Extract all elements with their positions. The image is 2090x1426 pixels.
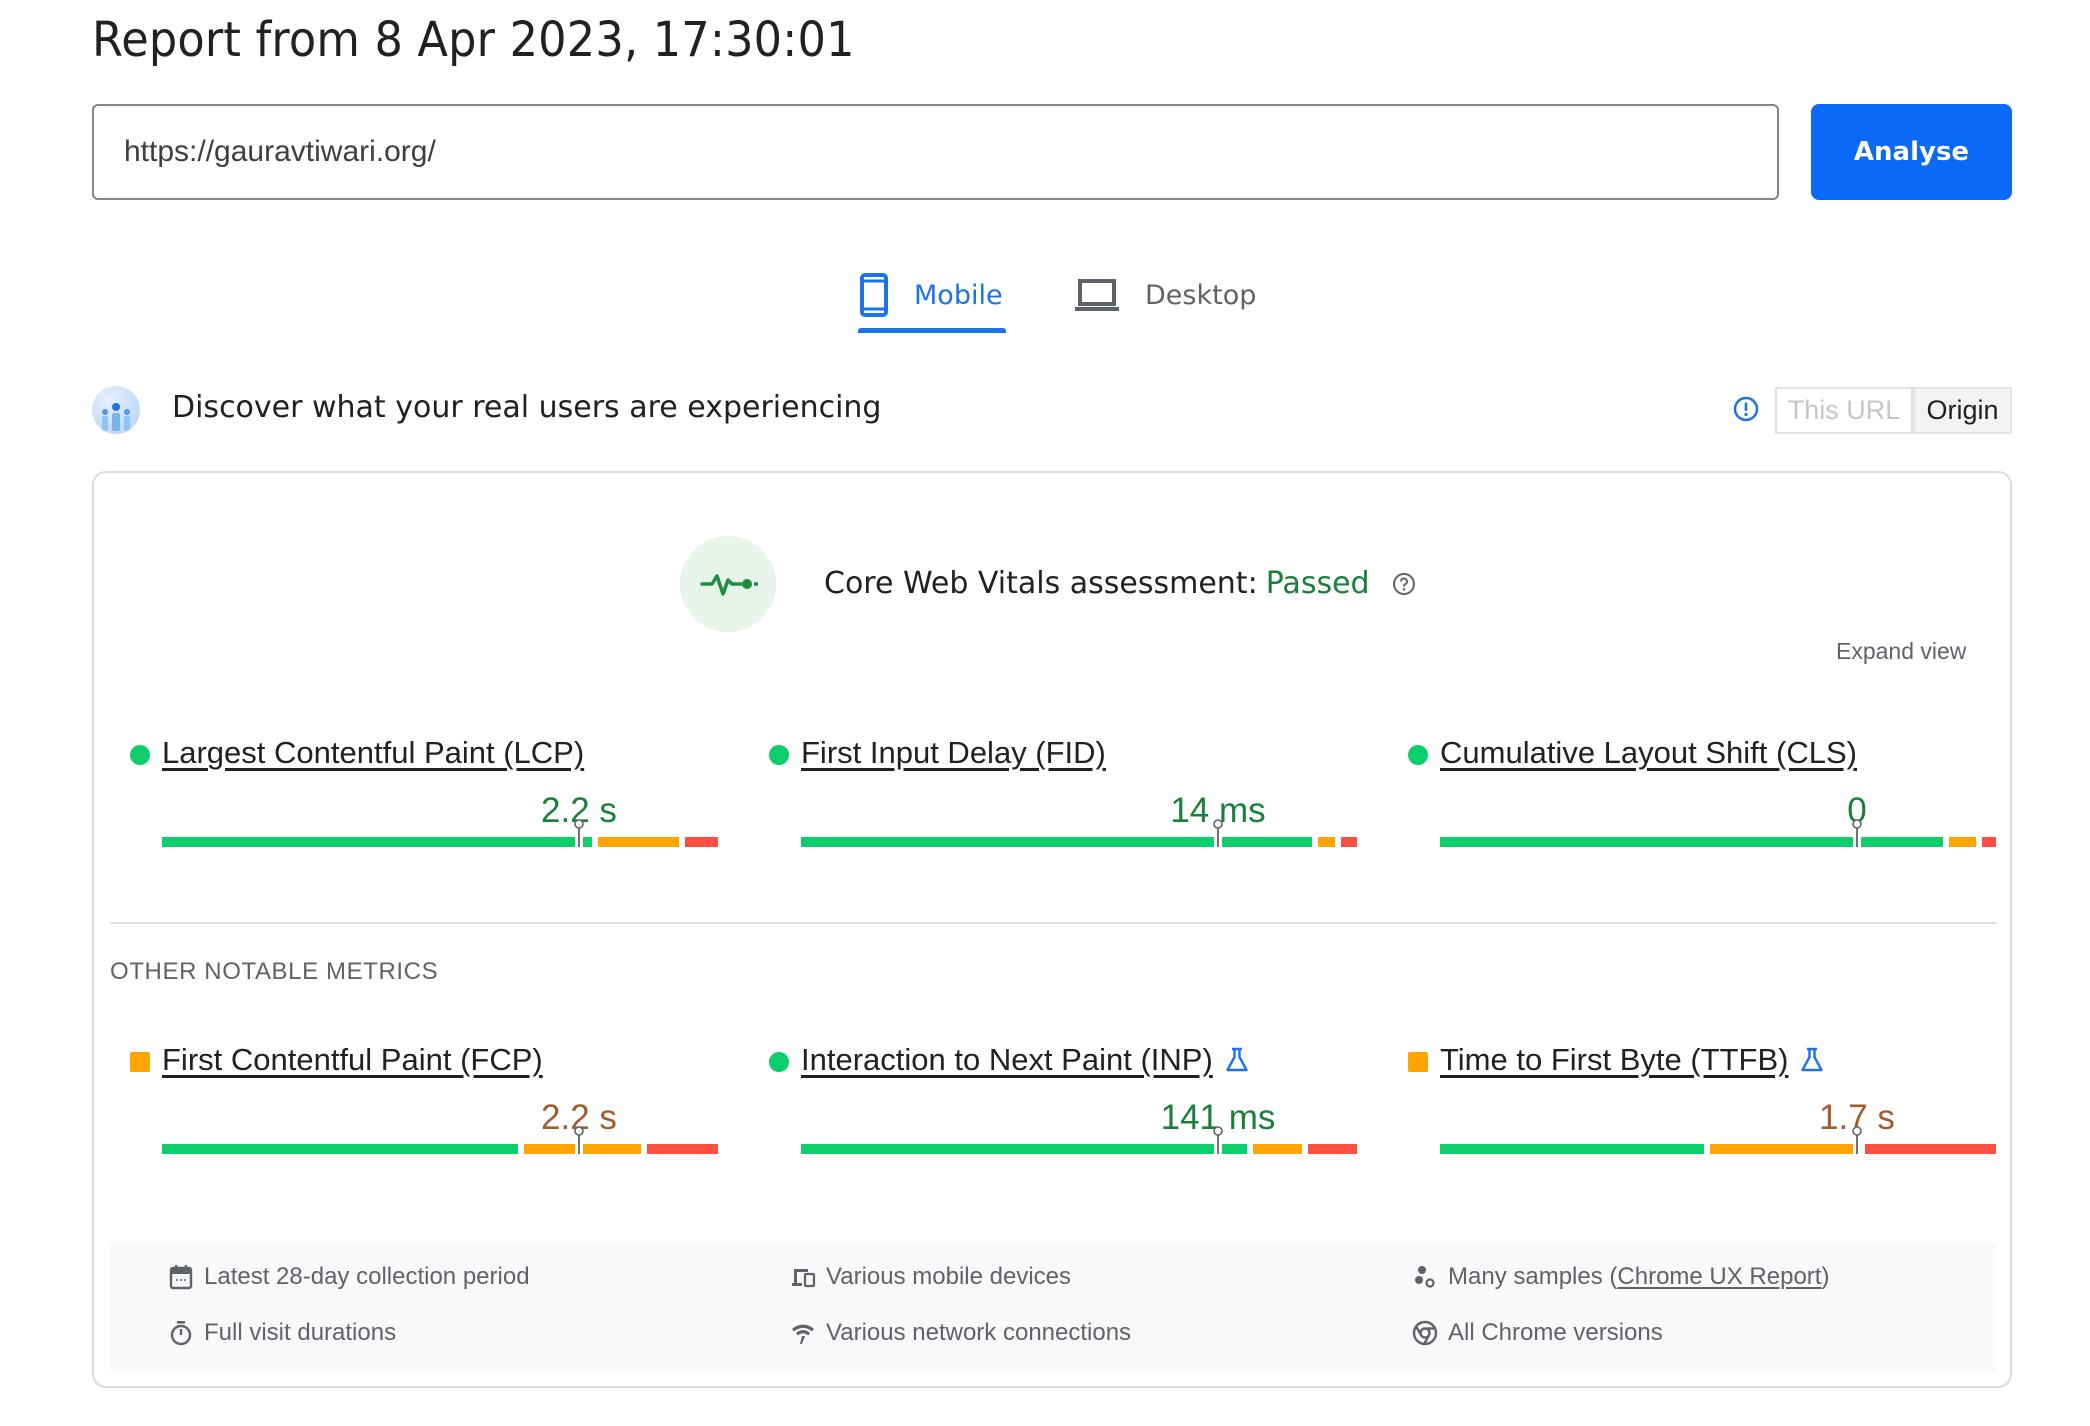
distribution-segment-good: [162, 1144, 519, 1154]
cwv-assessment: Core Web Vitals assessment: Passed: [824, 566, 1416, 601]
expand-view-link[interactable]: Expand view: [1836, 638, 1966, 665]
rating-good-icon: [769, 1052, 789, 1072]
toggle-this-url[interactable]: This URL: [1775, 387, 1913, 434]
samples-dots-icon: [1415, 1266, 1435, 1288]
analyse-button[interactable]: Analyse: [1811, 104, 2012, 200]
toggle-origin[interactable]: Origin: [1913, 387, 2012, 434]
metric-inp: Interaction to Next Paint (INP) 141 ms: [769, 1042, 1357, 1162]
experimental-flask-icon[interactable]: [1800, 1047, 1824, 1073]
tab-mobile[interactable]: Mobile: [860, 258, 1003, 332]
metric-label-link[interactable]: Cumulative Layout Shift (CLS): [1440, 735, 1857, 771]
info-collection-period: Latest 28-day collection period: [168, 1263, 530, 1291]
info-devices: Various mobile devices: [790, 1263, 1071, 1291]
stopwatch-icon: [170, 1321, 192, 1346]
distribution-segment-good: [1440, 837, 1853, 847]
distribution-bar: [801, 1126, 1357, 1154]
distribution-segment-needs-improvement: [1948, 837, 1976, 847]
p75-marker-icon: [1852, 819, 1862, 847]
tab-desktop[interactable]: Desktop: [1075, 258, 1256, 332]
distribution-segment-needs-improvement: [583, 1144, 642, 1154]
devices-icon: [792, 1269, 816, 1288]
metric-label-link[interactable]: Time to First Byte (TTFB): [1440, 1042, 1788, 1078]
data-info-box: Latest 28-day collection period Full vis…: [110, 1243, 1996, 1371]
url-input[interactable]: [92, 104, 1779, 200]
metric-cls: Cumulative Layout Shift (CLS) 0: [1408, 735, 1996, 855]
tab-mobile-label: Mobile: [914, 279, 1003, 311]
distribution-segment-poor: [647, 1144, 718, 1154]
distribution-segment-good: [801, 1144, 1214, 1154]
tab-desktop-label: Desktop: [1145, 279, 1257, 311]
real-users-icon: [92, 386, 140, 434]
rating-good-icon: [769, 745, 789, 765]
smartphone-icon: [860, 273, 888, 317]
chrome-ux-report-link[interactable]: Chrome UX Report: [1617, 1263, 1821, 1290]
distribution-segment-poor: [1308, 1144, 1357, 1154]
laptop-icon: [1075, 279, 1119, 311]
distribution-segment-good: [162, 837, 575, 847]
info-chrome-versions: All Chrome versions: [1412, 1319, 1663, 1347]
metric-header: First Contentful Paint (FCP): [130, 1042, 543, 1078]
distribution-segment-poor: [685, 837, 718, 847]
calendar-icon: [169, 1265, 193, 1290]
metric-label-link[interactable]: Interaction to Next Paint (INP): [801, 1042, 1213, 1078]
rating-average-icon: [1408, 1052, 1428, 1072]
distribution-segment-good: [1222, 1144, 1248, 1154]
distribution-bar: [162, 1126, 718, 1154]
vitals-pulse-icon: [680, 536, 776, 632]
distribution-segment-needs-improvement: [1253, 1144, 1303, 1154]
distribution-segment-poor: [1865, 1144, 1996, 1154]
cwv-assessment-label: Core Web Vitals assessment:: [824, 566, 1258, 601]
metric-lcp: Largest Contentful Paint (LCP) 2.2 s: [130, 735, 718, 855]
rating-good-icon: [130, 745, 150, 765]
metric-fid: First Input Delay (FID) 14 ms: [769, 735, 1357, 855]
metric-header: Interaction to Next Paint (INP): [769, 1042, 1249, 1078]
distribution-bar: [1440, 819, 1996, 847]
distribution-segment-needs-improvement: [597, 837, 680, 847]
p75-marker-icon: [574, 819, 584, 847]
metric-fcp: First Contentful Paint (FCP) 2.2 s: [130, 1042, 718, 1162]
metric-label-link[interactable]: First Contentful Paint (FCP): [162, 1042, 543, 1078]
rating-average-icon: [130, 1052, 150, 1072]
distribution-segment-good: [801, 837, 1214, 847]
metric-header: First Input Delay (FID): [769, 735, 1106, 771]
metric-header: Cumulative Layout Shift (CLS): [1408, 735, 1857, 771]
other-metrics-heading: OTHER NOTABLE METRICS: [110, 958, 439, 985]
chrome-icon: [1412, 1320, 1438, 1346]
distribution-segment-poor: [1340, 837, 1357, 847]
info-network: Various network connections: [790, 1319, 1131, 1347]
metric-label-link[interactable]: Largest Contentful Paint (LCP): [162, 735, 584, 771]
p75-marker-icon: [1852, 1126, 1862, 1154]
distribution-segment-needs-improvement: [1318, 837, 1335, 847]
metric-header: Largest Contentful Paint (LCP): [130, 735, 584, 771]
distribution-segment-good: [1861, 837, 1943, 847]
section-divider: [110, 922, 1996, 924]
info-samples: Many samples (Chrome UX Report): [1412, 1263, 1829, 1291]
rating-good-icon: [1408, 745, 1428, 765]
experimental-flask-icon[interactable]: [1225, 1047, 1249, 1073]
distribution-segment-needs-improvement: [1709, 1144, 1853, 1154]
distribution-bar: [1440, 1126, 1996, 1154]
distribution-segment-good: [1222, 837, 1313, 847]
distribution-segment-good: [1440, 1144, 1704, 1154]
distribution-bar: [801, 819, 1357, 847]
distribution-segment-needs-improvement: [524, 1144, 575, 1154]
crux-section-title: Discover what your real users are experi…: [172, 390, 882, 425]
p75-marker-icon: [1213, 1126, 1223, 1154]
metric-label-link[interactable]: First Input Delay (FID): [801, 735, 1106, 771]
metric-ttfb: Time to First Byte (TTFB) 1.7 s: [1408, 1042, 1996, 1162]
network-signal-icon: [792, 1324, 814, 1344]
distribution-bar: [162, 819, 718, 847]
metric-header: Time to First Byte (TTFB): [1408, 1042, 1824, 1078]
cwv-assessment-status: Passed: [1265, 566, 1370, 601]
active-tab-indicator: [858, 328, 1006, 333]
info-icon[interactable]: [1733, 396, 1759, 422]
report-title: Report from 8 Apr 2023, 17:30:01: [92, 12, 855, 68]
distribution-segment-poor: [1981, 837, 1996, 847]
p75-marker-icon: [1213, 819, 1223, 847]
info-visit-durations: Full visit durations: [168, 1319, 396, 1347]
p75-marker-icon: [574, 1126, 584, 1154]
help-icon[interactable]: [1392, 572, 1416, 596]
